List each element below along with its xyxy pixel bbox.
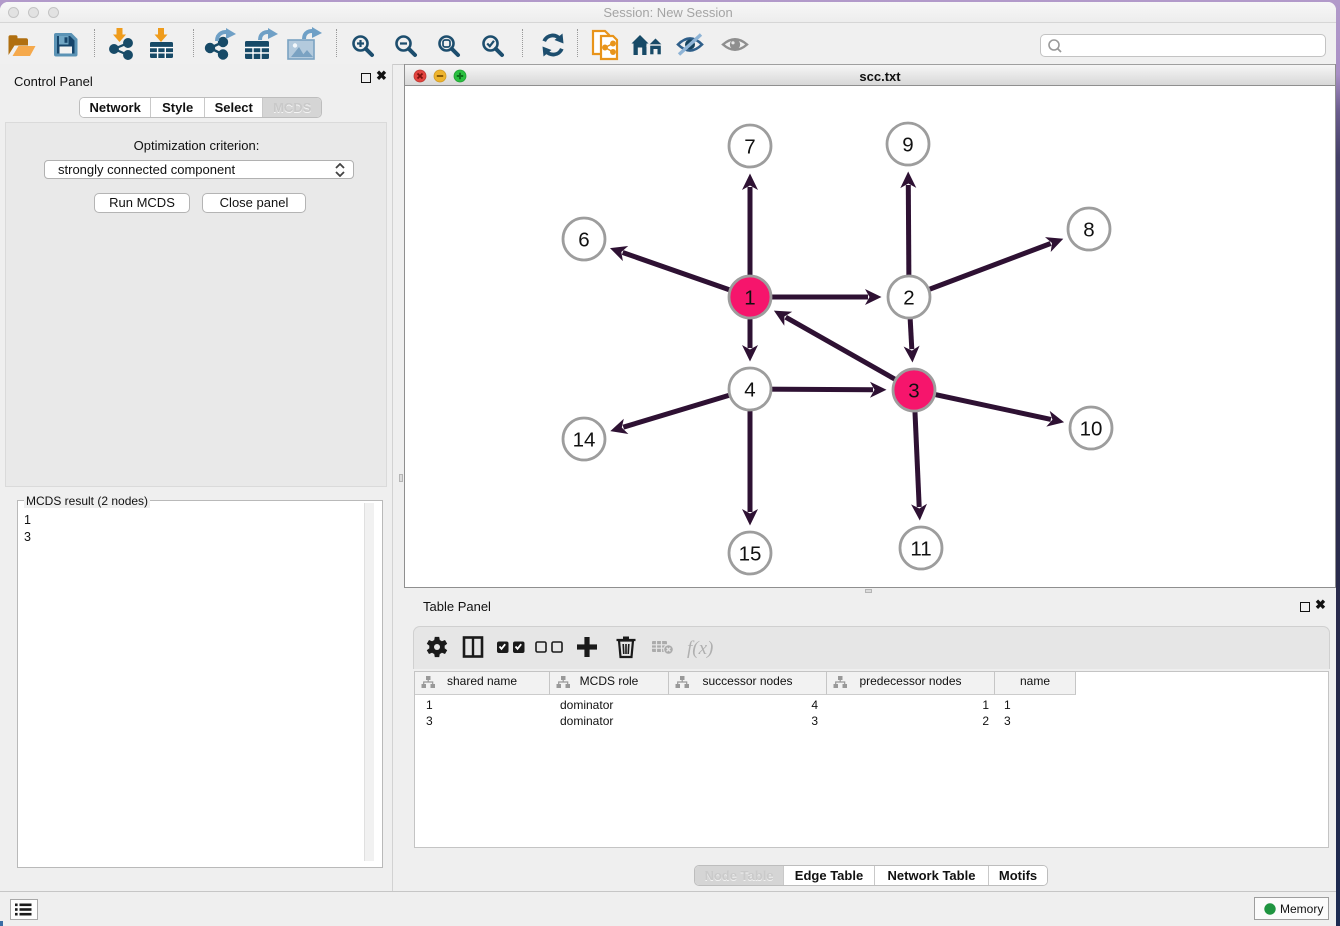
svg-text:7: 7 [744, 136, 755, 159]
svg-text:4: 4 [744, 379, 755, 402]
svg-text:11: 11 [910, 538, 931, 561]
svg-text:2: 2 [903, 287, 914, 310]
svg-text:10: 10 [1080, 418, 1103, 441]
svg-text:8: 8 [1083, 219, 1094, 242]
svg-text:14: 14 [573, 429, 596, 452]
svg-text:9: 9 [902, 134, 913, 157]
svg-text:6: 6 [578, 229, 589, 252]
svg-text:3: 3 [908, 380, 919, 403]
svg-text:1: 1 [744, 287, 755, 310]
svg-text:15: 15 [739, 543, 762, 566]
svg-text:f(x): f(x) [687, 638, 713, 659]
